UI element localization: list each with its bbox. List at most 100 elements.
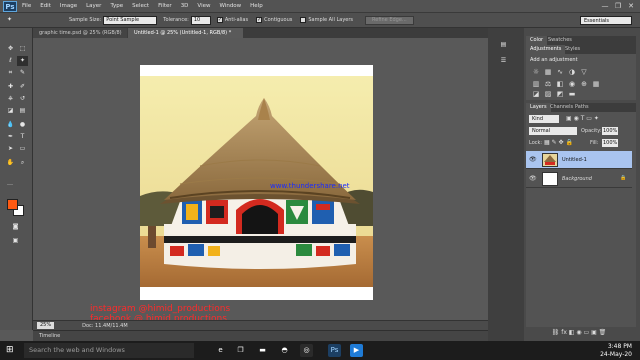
layer-row-background[interactable]: 👁 Background 🔒 [526,170,632,188]
tab-swatches[interactable]: Swatches [544,36,576,45]
tab-untitled-1[interactable]: Untitled-1 @ 25% (Untitled-1, RGB/8) * [128,28,243,38]
minimize-button[interactable]: — [600,2,610,10]
magic-wand-tool-icon[interactable]: ✦ [17,56,28,66]
tab-styles[interactable]: Styles [561,45,584,54]
hue-saturation-icon[interactable]: ▥ [532,80,540,88]
maximize-button[interactable]: ❐ [613,2,623,10]
black-white-icon[interactable]: ◧ [556,80,564,88]
crop-tool-icon[interactable]: ⌗ [5,68,16,78]
camera-app-icon[interactable]: ▶ [350,344,363,357]
layer-name[interactable]: Background [562,176,592,182]
menu-select[interactable]: Select [132,3,149,9]
eyedropper-tool-icon[interactable]: ✎ [17,68,28,78]
blur-tool-icon[interactable]: 💧 [5,120,16,130]
quick-mask-icon[interactable]: ◙ [10,222,21,232]
invert-icon[interactable]: ◪ [532,90,540,98]
windows-start-icon[interactable]: ⊞ [6,345,14,355]
refine-edge-button[interactable]: Refine Edge... [365,15,414,25]
sample-all-layers-checkbox[interactable] [300,17,307,23]
store-icon[interactable]: ◓ [278,344,291,357]
eraser-tool-icon[interactable]: ◪ [5,106,16,116]
fill-input[interactable]: 100% [602,139,618,147]
layers-footer-icons[interactable]: ⛓ fx ◧ ◉ ▭ ▣ 🗑 [526,329,632,338]
menu-3d[interactable]: 3D [181,3,189,9]
type-tool-icon[interactable]: T [17,132,28,142]
menu-layer[interactable]: Layer [86,3,101,9]
foreground-color-swatch[interactable] [7,199,18,210]
posterize-icon[interactable]: ▨ [544,90,552,98]
file-explorer-icon[interactable]: ▬ [256,344,269,357]
menu-help[interactable]: Help [250,3,263,9]
brush-tool-icon[interactable]: ✐ [17,82,28,92]
layer-filter-kind[interactable]: Kind [529,115,559,123]
tab-paths[interactable]: Paths [571,103,593,112]
move-tool-icon[interactable]: ✥ [5,44,16,54]
dodge-tool-icon[interactable]: ● [17,120,28,130]
menu-type[interactable]: Type [110,3,123,9]
threshold-icon[interactable]: ◩ [556,90,564,98]
menu-filter[interactable]: Filter [158,3,172,9]
clone-stamp-icon[interactable]: ⎈ [5,94,16,104]
zoom-tool-icon[interactable]: ⌕ [17,158,28,168]
visibility-eye-icon[interactable]: 👁 [529,156,537,163]
marquee-tool-icon[interactable]: ⬚ [17,44,28,54]
photo-filter-icon[interactable]: ◉ [568,80,576,88]
vibrance-icon[interactable]: ▽ [580,68,588,76]
layer-thumbnail [542,172,558,186]
menu-file[interactable]: File [22,3,31,9]
task-view-icon[interactable]: ❐ [234,344,247,357]
history-brush-icon[interactable]: ↺ [17,94,28,104]
tolerance-input[interactable]: 10 [190,15,211,25]
lock-icons[interactable]: ▦ ✎ ✥ 🔒 [544,139,573,146]
tab-adjustments[interactable]: Adjustments [526,45,566,54]
layer-filter-icons[interactable]: ▣ ◉ T ▭ ✦ [566,115,599,122]
document-tabs: graphic time.psd @ 25% (RGB/8) Untitled-… [33,28,488,38]
properties-panel-icon[interactable]: ☰ [498,56,509,66]
color-balance-icon[interactable]: ⚖ [544,80,552,88]
visibility-eye-icon[interactable]: 👁 [529,175,537,182]
menu-view[interactable]: View [197,3,210,9]
menu-window[interactable]: Window [219,3,241,9]
shape-tool-icon[interactable]: ▭ [17,144,28,154]
zoom-level[interactable]: 25% [37,322,55,329]
screen-mode-icon[interactable]: ▣ [10,236,21,246]
lock-icon: 🔒 [620,175,627,181]
gradient-map-icon[interactable]: ▬ [568,90,576,98]
path-select-icon[interactable]: ➤ [5,144,16,154]
opacity-input[interactable]: 100% [602,127,618,135]
menu-image[interactable]: Image [60,3,77,9]
workspace-select[interactable]: Essentials [580,16,632,25]
photoshop-taskbar-icon[interactable]: Ps [328,344,341,357]
brightness-icon[interactable]: ☼ [532,68,540,76]
hand-tool-icon[interactable]: ✋ [5,158,16,168]
clock-time[interactable]: 3:48 PM [592,343,632,350]
anti-alias-checkbox[interactable]: ✓ [216,17,223,23]
lasso-tool-icon[interactable]: ℓ [5,56,16,66]
more-tools-icon[interactable]: … [7,180,17,190]
clock-date[interactable]: 24-May-20 [592,351,632,358]
pen-tool-icon[interactable]: ✒ [5,132,16,142]
timeline-label[interactable]: Timeline [39,333,60,339]
edge-icon[interactable]: e [214,344,227,357]
sample-size-select[interactable]: Point Sample [103,15,158,25]
history-panel-icon[interactable]: ▤ [498,40,509,50]
color-lookup-icon[interactable]: ▦ [592,80,600,88]
magic-wand-icon[interactable]: ✦ [4,15,15,25]
blend-mode-select[interactable]: Normal [529,127,577,135]
gradient-tool-icon[interactable]: ▤ [17,106,28,116]
options-bar: ✦ Sample Size: Point Sample Tolerance: 1… [0,13,640,28]
channel-mixer-icon[interactable]: ⊕ [580,80,588,88]
layer-row-untitled-1[interactable]: 👁 Untitled-1 [526,151,632,169]
contiguous-checkbox[interactable]: ✓ [256,17,263,23]
tab-graphic-time[interactable]: graphic time.psd @ 25% (RGB/8) [33,28,127,38]
levels-icon[interactable]: ▦ [544,68,552,76]
healing-brush-icon[interactable]: ✚ [5,82,16,92]
close-button[interactable]: ✕ [626,2,636,10]
curves-icon[interactable]: ∿ [556,68,564,76]
chrome-icon[interactable]: ◎ [300,344,313,357]
exposure-icon[interactable]: ◑ [568,68,576,76]
menu-edit[interactable]: Edit [40,3,51,9]
taskbar-search-box[interactable]: Search the web and Windows [24,343,194,358]
layer-name[interactable]: Untitled-1 [562,157,587,163]
adjustments-panel: Add an adjustment ☼ ▦ ∿ ◑ ▽ ▥ ⚖ ◧ ◉ ⊕ ▦ … [526,54,636,100]
